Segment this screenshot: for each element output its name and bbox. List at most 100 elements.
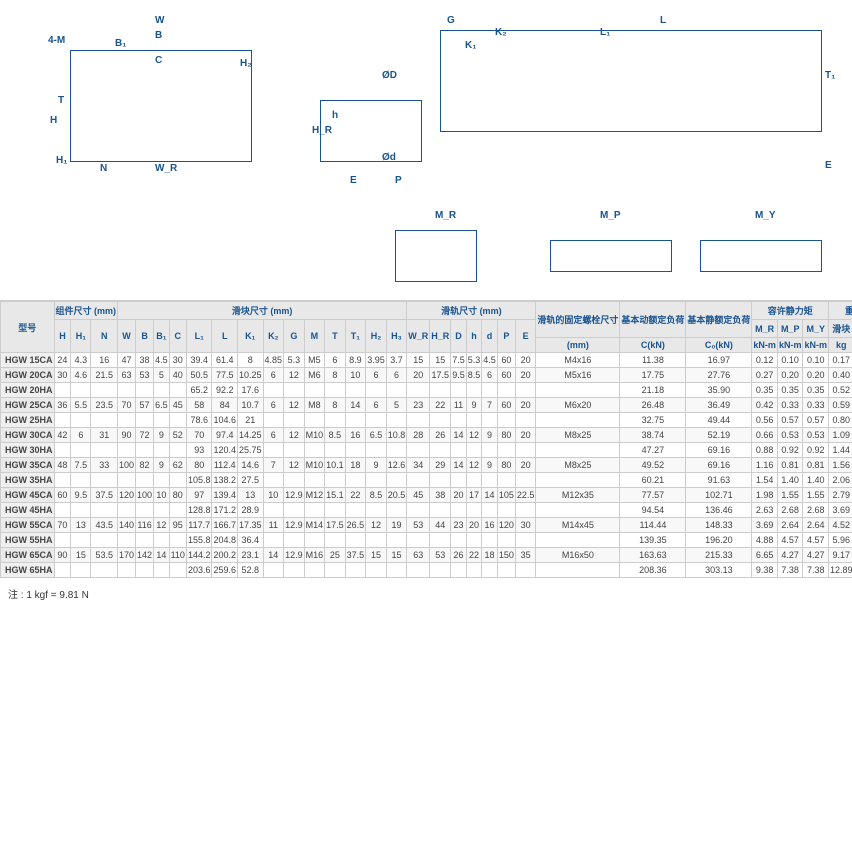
model-cell: HGW 55HA — [1, 533, 55, 548]
data-cell: 21.5 — [91, 368, 118, 383]
data-cell: 20 — [515, 368, 536, 383]
data-cell — [304, 533, 325, 548]
th-boltmm: (mm) — [536, 338, 620, 353]
data-cell: 42 — [54, 428, 71, 443]
data-cell — [136, 563, 154, 578]
table-row: HGW 65CA901553.517014214110144.2200.223.… — [1, 548, 852, 563]
data-cell — [386, 533, 407, 548]
data-cell: M4x16 — [536, 353, 620, 368]
data-cell: 0.35 — [752, 383, 778, 398]
th-rail: 滑轨尺寸 (mm) — [407, 302, 536, 320]
data-cell: 21.18 — [620, 383, 686, 398]
table-row: HGW 45CA609.537.5120100108097139.4131012… — [1, 488, 852, 503]
model-cell: HGW 20CA — [1, 368, 55, 383]
data-cell — [345, 473, 366, 488]
data-cell — [386, 413, 407, 428]
data-cell: 17.35 — [238, 518, 264, 533]
data-cell: 142 — [136, 548, 154, 563]
th-blockwt: 滑块 — [828, 320, 852, 338]
data-cell — [345, 443, 366, 458]
data-cell — [407, 413, 430, 428]
data-cell: 14 — [263, 548, 284, 563]
data-cell — [154, 473, 170, 488]
data-cell: 8.5 — [366, 488, 387, 503]
data-cell: 25 — [325, 548, 346, 563]
label-K2: K₂ — [495, 27, 507, 38]
data-cell: 16 — [345, 428, 366, 443]
data-cell: 12.6 — [386, 458, 407, 473]
data-cell: 6 — [325, 353, 346, 368]
model-cell: HGW 30HA — [1, 443, 55, 458]
data-cell — [497, 473, 515, 488]
data-cell: 97.4 — [212, 428, 238, 443]
data-cell: 40 — [169, 368, 186, 383]
data-cell: 95 — [169, 518, 186, 533]
data-cell: M5x16 — [536, 368, 620, 383]
data-cell: 69.16 — [686, 443, 752, 458]
data-cell — [325, 473, 346, 488]
data-cell: 53.5 — [91, 548, 118, 563]
data-cell: 18 — [482, 548, 498, 563]
footnote: 注 : 1 kgf = 9.81 N — [0, 578, 852, 609]
data-cell: 9 — [366, 458, 387, 473]
data-cell: 20 — [451, 488, 467, 503]
th-bolt: 滑轨的固定螺栓尺寸 — [536, 302, 620, 338]
data-cell: 128.8 — [186, 503, 212, 518]
data-cell: 10 — [154, 488, 170, 503]
data-cell — [345, 563, 366, 578]
data-cell — [451, 563, 467, 578]
data-cell — [430, 443, 451, 458]
data-cell: 92.2 — [212, 383, 238, 398]
data-cell: 61.4 — [212, 353, 238, 368]
data-cell: 9 — [154, 458, 170, 473]
data-cell — [118, 563, 136, 578]
data-cell — [366, 413, 387, 428]
data-cell — [386, 443, 407, 458]
data-cell: 0.56 — [752, 413, 778, 428]
data-cell: 2.06 — [828, 473, 852, 488]
model-cell: HGW 20HA — [1, 383, 55, 398]
data-cell: 21 — [238, 413, 264, 428]
label-HR: H_R — [312, 125, 332, 136]
table-row: HGW 30CA4263190729527097.414.25612M108.5… — [1, 428, 852, 443]
data-cell: 0.10 — [803, 353, 829, 368]
data-cell: 30 — [169, 353, 186, 368]
data-cell: 90 — [54, 548, 71, 563]
data-cell: 14.25 — [238, 428, 264, 443]
data-cell: 5.5 — [71, 398, 91, 413]
data-cell: 1.55 — [803, 488, 829, 503]
data-cell: 20.5 — [386, 488, 407, 503]
data-cell: 139.4 — [212, 488, 238, 503]
data-cell — [54, 473, 71, 488]
data-cell: 2.79 — [828, 488, 852, 503]
table-row: HGW 15CA244.31647384.53039.461.484.855.3… — [1, 353, 852, 368]
data-cell — [325, 443, 346, 458]
data-cell — [71, 503, 91, 518]
data-cell — [304, 473, 325, 488]
data-cell — [407, 473, 430, 488]
data-cell: 9 — [482, 458, 498, 473]
data-cell — [482, 413, 498, 428]
data-cell — [154, 443, 170, 458]
data-cell — [386, 473, 407, 488]
data-cell: 53 — [407, 518, 430, 533]
data-cell: 69.16 — [686, 458, 752, 473]
data-cell: 0.33 — [803, 398, 829, 413]
data-cell — [482, 563, 498, 578]
label-H1: H₁ — [56, 155, 67, 166]
data-cell — [54, 383, 71, 398]
data-cell: 52.8 — [238, 563, 264, 578]
data-cell: 23 — [451, 518, 467, 533]
data-cell: 38 — [136, 353, 154, 368]
data-cell — [451, 443, 467, 458]
data-cell: 17 — [466, 488, 482, 503]
data-cell: 105.8 — [186, 473, 212, 488]
data-cell — [118, 533, 136, 548]
data-cell: 2.68 — [777, 503, 803, 518]
data-cell: 91.63 — [686, 473, 752, 488]
data-cell: 35.90 — [686, 383, 752, 398]
data-cell — [71, 563, 91, 578]
data-cell — [482, 503, 498, 518]
data-cell — [515, 563, 536, 578]
data-cell: 203.6 — [186, 563, 212, 578]
